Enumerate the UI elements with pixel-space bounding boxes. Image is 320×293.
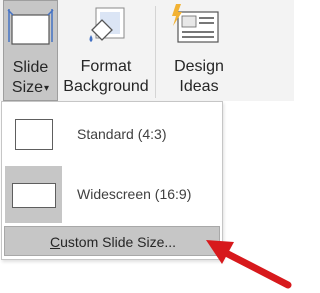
- widescreen-thumbnail-icon: [5, 166, 62, 223]
- slide-size-icon: [7, 9, 54, 45]
- slide-size-button[interactable]: Slide Size▾: [3, 0, 58, 101]
- design-ideas-label-line1: Design: [174, 58, 224, 75]
- menu-item-custom-label: Custom Slide Size...: [50, 234, 176, 250]
- format-background-icon: [89, 7, 125, 42]
- custom-label-rest: ustom Slide Size...: [60, 234, 177, 250]
- design-ideas-icon: [172, 4, 219, 43]
- design-ideas-label-line2: Ideas: [179, 78, 219, 95]
- menu-item-widescreen-label: Widescreen (16:9): [77, 186, 192, 202]
- standard-thumbnail-icon: [5, 106, 62, 163]
- slide-size-label-line2: Size▾: [11, 79, 50, 96]
- menu-item-custom-slide-size[interactable]: Custom Slide Size...: [4, 226, 220, 256]
- menu-item-standard-label: Standard (4:3): [77, 126, 167, 142]
- menu-item-widescreen[interactable]: Widescreen (16:9): [5, 166, 219, 223]
- slide-size-dropdown-menu: Standard (4:3) Widescreen (16:9) Custom …: [1, 101, 223, 260]
- ribbon: Slide Size▾ Format Background Design Ide…: [0, 0, 294, 101]
- design-ideas-button[interactable]: Design Ideas: [164, 0, 234, 101]
- format-background-label-line2: Background: [63, 78, 149, 95]
- format-background-button[interactable]: Format Background: [62, 0, 150, 101]
- slide-size-label-line1: Slide: [12, 59, 49, 76]
- chevron-down-icon: ▾: [44, 83, 50, 94]
- menu-item-standard[interactable]: Standard (4:3): [5, 106, 219, 163]
- ribbon-separator: [155, 6, 156, 98]
- custom-accelerator-key: C: [50, 234, 61, 250]
- format-background-label-line1: Format: [80, 58, 132, 75]
